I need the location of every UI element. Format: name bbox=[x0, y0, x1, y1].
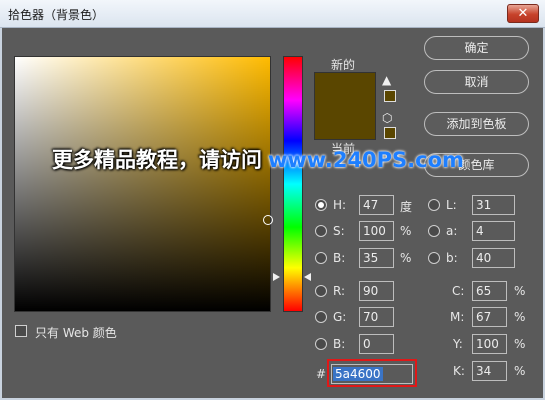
blue-label: B: bbox=[333, 337, 346, 351]
lightness-label: L: bbox=[446, 198, 457, 212]
brightness-unit: % bbox=[400, 251, 412, 265]
radio-saturation[interactable] bbox=[315, 225, 327, 237]
yellow-field[interactable]: 100 bbox=[472, 334, 507, 354]
lightness-field[interactable]: 31 bbox=[472, 195, 515, 215]
cancel-button[interactable]: 取消 bbox=[424, 70, 529, 94]
yellow-label: Y: bbox=[453, 337, 463, 351]
radio-green[interactable] bbox=[315, 311, 327, 323]
cyan-label: C: bbox=[452, 284, 465, 298]
magenta-field[interactable]: 67 bbox=[472, 307, 507, 327]
black-field[interactable]: 34 bbox=[472, 361, 507, 381]
window-title: 拾色器（背景色） bbox=[8, 8, 105, 22]
magenta-unit: % bbox=[514, 310, 526, 324]
hue-slider-left-arrow[interactable] bbox=[273, 273, 280, 281]
green-field[interactable]: 70 bbox=[359, 307, 394, 327]
green-label: G: bbox=[333, 310, 347, 324]
hue-slider-right-arrow[interactable] bbox=[304, 273, 311, 281]
radio-brightness[interactable] bbox=[315, 252, 327, 264]
cyan-unit: % bbox=[514, 284, 526, 298]
gamut-warning-icon[interactable]: ▲ bbox=[382, 73, 391, 87]
hue-slider[interactable] bbox=[283, 56, 303, 312]
brightness-field[interactable]: 35 bbox=[359, 248, 394, 268]
watermark-url: www.240PS.com bbox=[268, 148, 464, 172]
watermark: 更多精品教程，请访问 www.240PS.com bbox=[52, 144, 464, 174]
title-bar: 拾色器（背景色） ✕ bbox=[0, 0, 545, 28]
hex-prefix: # bbox=[316, 367, 327, 381]
add-to-swatches-button[interactable]: 添加到色板 bbox=[424, 112, 529, 136]
watermark-text: 更多精品教程，请访问 bbox=[52, 148, 262, 172]
window-frame-left bbox=[0, 28, 2, 400]
a-channel-field[interactable]: 4 bbox=[472, 221, 515, 241]
gamut-warning-swatch[interactable] bbox=[384, 90, 396, 102]
b-channel-field[interactable]: 40 bbox=[472, 248, 515, 268]
red-field[interactable]: 90 bbox=[359, 281, 394, 301]
magenta-label: M: bbox=[450, 310, 465, 324]
yellow-unit: % bbox=[514, 337, 526, 351]
hue-unit: 度 bbox=[400, 200, 413, 214]
black-label: K: bbox=[453, 364, 465, 378]
brightness-label: B: bbox=[333, 251, 346, 265]
close-button[interactable]: ✕ bbox=[507, 4, 539, 23]
cyan-field[interactable]: 65 bbox=[472, 281, 507, 301]
radio-red[interactable] bbox=[315, 285, 327, 297]
web-safe-swatch[interactable] bbox=[384, 127, 396, 139]
b-channel-label: b: bbox=[446, 251, 458, 265]
radio-blue[interactable] bbox=[315, 338, 327, 350]
saturation-field[interactable]: 100 bbox=[359, 221, 394, 241]
red-label: R: bbox=[333, 284, 346, 298]
web-colors-only-checkbox[interactable] bbox=[15, 325, 27, 337]
black-unit: % bbox=[514, 364, 526, 378]
hue-label: H: bbox=[333, 198, 347, 212]
ok-button[interactable]: 确定 bbox=[424, 36, 529, 60]
radio-hue[interactable] bbox=[315, 199, 327, 211]
hex-value[interactable]: 5a4600 bbox=[333, 367, 383, 381]
radio-b-channel[interactable] bbox=[428, 252, 440, 264]
blue-field[interactable]: 0 bbox=[359, 334, 394, 354]
web-safe-cube-icon[interactable]: ⬡ bbox=[382, 111, 392, 125]
hue-field[interactable]: 47 bbox=[359, 195, 394, 215]
a-channel-label: a: bbox=[446, 224, 458, 238]
saturation-brightness-field[interactable] bbox=[14, 56, 271, 312]
radio-a-channel[interactable] bbox=[428, 225, 440, 237]
new-color-swatch bbox=[314, 72, 376, 140]
color-field-cursor[interactable] bbox=[263, 215, 273, 225]
saturation-label: S: bbox=[333, 224, 345, 238]
saturation-unit: % bbox=[400, 224, 412, 238]
web-colors-only-label: 只有 Web 颜色 bbox=[35, 326, 117, 340]
new-color-label: 新的 bbox=[331, 58, 356, 72]
radio-lightness[interactable] bbox=[428, 199, 440, 211]
